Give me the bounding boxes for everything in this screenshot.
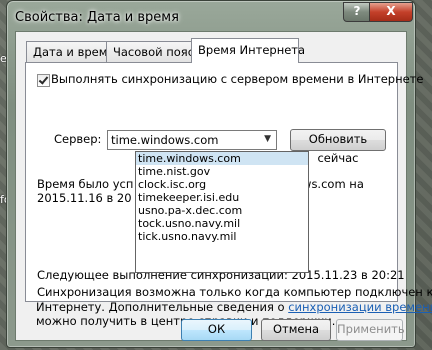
- sync-checkbox[interactable]: [37, 74, 50, 87]
- server-label: Сервер:: [54, 132, 102, 146]
- close-button[interactable]: X: [369, 2, 413, 22]
- info-text-line2: Интернету. Дополнительные сведения о син…: [36, 300, 432, 314]
- server-combobox[interactable]: time.windows.com ▼: [107, 130, 277, 150]
- datetime-properties-window: Свойства: Дата и время ? X Дата и время …: [6, 0, 432, 348]
- dialog-client-area: Дата и время Часовой пояс Время Интернет…: [15, 31, 432, 341]
- server-combobox-value: time.windows.com: [111, 133, 219, 147]
- ok-button[interactable]: ОК: [181, 319, 252, 341]
- server-option[interactable]: clock.isc.org: [136, 178, 308, 191]
- info-text-line1: Синхронизация возможна только когда комп…: [37, 285, 432, 299]
- apply-button[interactable]: Применить: [336, 319, 405, 341]
- sync-checkbox-label[interactable]: Выполнять синхронизацию с сервером време…: [51, 72, 423, 86]
- server-option[interactable]: timekeeper.isi.edu: [136, 191, 308, 204]
- info-text-prefix: Интернету. Дополнительные сведения о: [36, 300, 289, 314]
- help-button[interactable]: ?: [343, 2, 371, 22]
- cancel-button[interactable]: Отмена: [261, 319, 331, 341]
- tab-internet-time[interactable]: Время Интернета: [191, 38, 305, 63]
- server-dropdown-list[interactable]: time.windows.com time.nist.gov clock.isc.o…: [135, 151, 309, 273]
- last-sync-date: 2015.11.16 в 20: [37, 191, 132, 205]
- update-now-button[interactable]: Обновить сейчас: [290, 129, 386, 165]
- server-option[interactable]: usno.pa-x.dec.com: [136, 204, 308, 217]
- tab-date-time[interactable]: Дата и время: [26, 41, 114, 62]
- window-title: Свойства: Дата и время: [15, 10, 179, 25]
- internet-time-panel: Выполнять синхронизацию с сервером време…: [25, 62, 432, 302]
- tab-time-zone[interactable]: Часовой пояс: [106, 41, 199, 62]
- server-option[interactable]: time.windows.com: [136, 152, 308, 165]
- dropdown-arrow-icon[interactable]: ▼: [264, 134, 271, 144]
- server-option[interactable]: tick.usno.navy.mil: [136, 230, 308, 243]
- server-option[interactable]: tock.usno.navy.mil: [136, 217, 308, 230]
- server-option[interactable]: time.nist.gov: [136, 165, 308, 178]
- last-sync-text-left: Время было усп: [37, 177, 134, 191]
- sync-help-link[interactable]: синхронизации времени: [288, 300, 432, 314]
